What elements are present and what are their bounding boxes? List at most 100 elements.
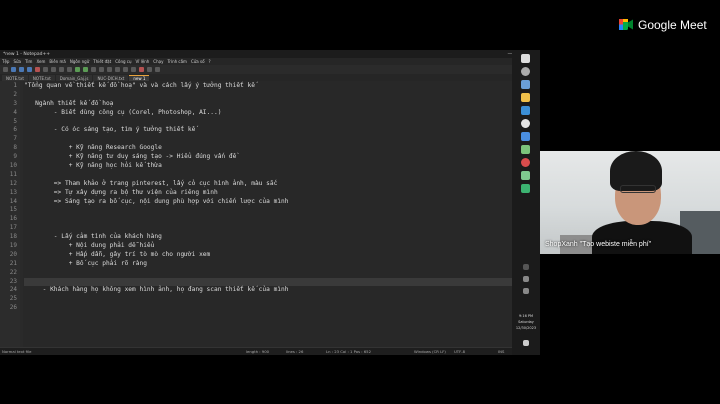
record-macro-icon[interactable]: [139, 67, 144, 72]
status-encoding: UTF-8: [454, 349, 466, 354]
windows-start-icon[interactable]: [521, 54, 530, 63]
line-number: 11: [9, 170, 17, 178]
line-number: 5: [13, 117, 17, 125]
task-view-icon[interactable]: [521, 80, 530, 89]
code-line[interactable]: "Tổng quan về thiết kế đồ hoạ" và và các…: [24, 82, 512, 91]
code-line[interactable]: => Tham khảo ở trang pinterest, lấy cỏ c…: [24, 180, 512, 189]
zoom-in-icon[interactable]: [107, 67, 112, 72]
participant-video-tile[interactable]: ShopXanh "Tạo webiste miễn phí": [540, 151, 720, 254]
app-icon[interactable]: [521, 145, 530, 154]
print-icon[interactable]: [43, 67, 48, 72]
code-line[interactable]: - Biết dùng công cụ (Corel, Photoshop, A…: [24, 109, 512, 118]
edge-icon[interactable]: [521, 106, 530, 115]
line-number: 6: [13, 126, 17, 134]
menu-run[interactable]: Chạy: [153, 59, 163, 64]
line-number: 24: [9, 286, 17, 294]
chrome-icon-2[interactable]: [521, 158, 530, 167]
status-lines: lines : 26: [286, 349, 304, 354]
code-line[interactable]: + Kỹ năng học hỏi kế thừa: [24, 162, 512, 171]
notification-icon[interactable]: [523, 340, 529, 346]
zoom-out-icon[interactable]: [115, 67, 120, 72]
paste-icon[interactable]: [67, 67, 72, 72]
play-macro-icon[interactable]: [147, 67, 152, 72]
code-line[interactable]: => Sáng tạo ra bố cục, nội dung phù hợp …: [24, 198, 512, 207]
volume-icon[interactable]: [523, 288, 529, 294]
menu-help[interactable]: ?: [209, 59, 211, 64]
code-line[interactable]: [24, 171, 512, 180]
menu-macro[interactable]: Vĩ lệnh: [136, 59, 150, 64]
wrap-icon[interactable]: [123, 67, 128, 72]
menu-edit[interactable]: Sửa: [13, 59, 21, 64]
code-line[interactable]: - Có óc sáng tạo, tìm ý tưởng thiết kế: [24, 126, 512, 135]
line-number: 21: [9, 259, 17, 267]
line-number: 18: [9, 233, 17, 241]
menu-plugins[interactable]: Trình cắm: [167, 59, 187, 64]
status-eol: Windows (CR LF): [414, 349, 446, 354]
code-line[interactable]: + Nội dung phải dễ hiểu: [24, 242, 512, 251]
code-line[interactable]: + Bố cục phải rõ ràng: [24, 260, 512, 269]
code-line[interactable]: Ngành thiết kế đồ hoạ: [24, 100, 512, 109]
file-explorer-icon[interactable]: [521, 93, 530, 102]
save-all-icon[interactable]: [27, 67, 32, 72]
menu-language[interactable]: Ngôn ngữ: [70, 59, 89, 64]
menu-view[interactable]: Xem: [36, 59, 45, 64]
status-length: length : 900: [246, 349, 270, 354]
code-line[interactable]: [24, 91, 512, 100]
code-line[interactable]: + Kỹ năng Research Google: [24, 144, 512, 153]
menu-window[interactable]: Cửa sổ: [191, 59, 205, 64]
menu-bar: Tệp Sửa Tìm Xem Biên mã Ngôn ngữ Thiết đ…: [0, 58, 540, 65]
code-line[interactable]: [24, 269, 512, 278]
menu-tools[interactable]: Công cụ: [115, 59, 131, 64]
code-line[interactable]: + Hấp dẫn, gây trí tò mò cho người xem: [24, 251, 512, 260]
status-position: Ln : 23 Col : 1 Pos : 652: [326, 349, 371, 354]
code-line[interactable]: + Kỹ năng tư duy sáng tạo -> Hiểu đúng v…: [24, 153, 512, 162]
find-icon[interactable]: [91, 67, 96, 72]
replace-icon[interactable]: [99, 67, 104, 72]
code-line[interactable]: [24, 224, 512, 233]
copy-icon[interactable]: [59, 67, 64, 72]
line-number: 17: [9, 224, 17, 232]
code-line[interactable]: - Lấy cảm tình của khách hàng: [24, 233, 512, 242]
line-number: 8: [13, 144, 17, 152]
indent-guide-icon[interactable]: [131, 67, 136, 72]
code-line[interactable]: [24, 304, 512, 313]
status-bar: Normal text file length : 900 lines : 26…: [0, 347, 512, 355]
menu-file[interactable]: Tệp: [2, 59, 9, 64]
open-file-icon[interactable]: [11, 67, 16, 72]
line-number: 14: [9, 197, 17, 205]
code-line[interactable]: [24, 206, 512, 215]
tray-expand-icon[interactable]: [523, 264, 529, 270]
code-line[interactable]: [24, 135, 512, 144]
status-file-type: Normal text file: [2, 349, 32, 354]
code-line[interactable]: => Tự xây dựng ra bộ thư viện của riêng …: [24, 189, 512, 198]
taskbar-time[interactable]: 9:16 PM: [513, 314, 539, 318]
cut-icon[interactable]: [51, 67, 56, 72]
line-number: 13: [9, 188, 17, 196]
menu-encoding[interactable]: Biên mã: [49, 59, 65, 64]
editor[interactable]: 1 2 3 4 5 6 7 8 9 10 11 12 13 14 15 16 17 18 19 20 21 22 23 24 2…: [0, 81, 512, 347]
menu-search[interactable]: Tìm: [25, 59, 32, 64]
code-line[interactable]: - Khách hàng họ không xem hình ảnh, họ đ…: [24, 286, 512, 295]
taskbar-date[interactable]: 12/30/2023: [513, 326, 539, 330]
new-file-icon[interactable]: [3, 67, 8, 72]
tab-bar: NOTE.txt NOTE.txt Domain_Gaj.js NUC-DICH…: [0, 74, 540, 81]
save-icon[interactable]: [19, 67, 24, 72]
wifi-icon[interactable]: [523, 276, 529, 282]
notepad-plus-plus-icon[interactable]: [521, 171, 530, 180]
store-icon[interactable]: [521, 132, 530, 141]
redo-icon[interactable]: [83, 67, 88, 72]
google-meet-panel: Google Meet ShopXanh "Tạo webiste miễn p…: [540, 0, 720, 404]
code-line[interactable]: [24, 215, 512, 224]
line-number: 9: [13, 153, 17, 161]
undo-icon[interactable]: [75, 67, 80, 72]
save-macro-icon[interactable]: [155, 67, 160, 72]
close-file-icon[interactable]: [35, 67, 40, 72]
text-area[interactable]: "Tổng quan về thiết kế đồ hoạ" và và các…: [23, 81, 512, 347]
taskbar-day[interactable]: Saturday: [513, 320, 539, 324]
spreadsheet-icon[interactable]: [521, 184, 530, 193]
code-line[interactable]: [24, 295, 512, 304]
menu-settings[interactable]: Thiết đặt: [93, 59, 111, 64]
line-number: 4: [13, 108, 17, 116]
chrome-icon[interactable]: [521, 119, 530, 128]
search-icon[interactable]: [521, 67, 530, 76]
